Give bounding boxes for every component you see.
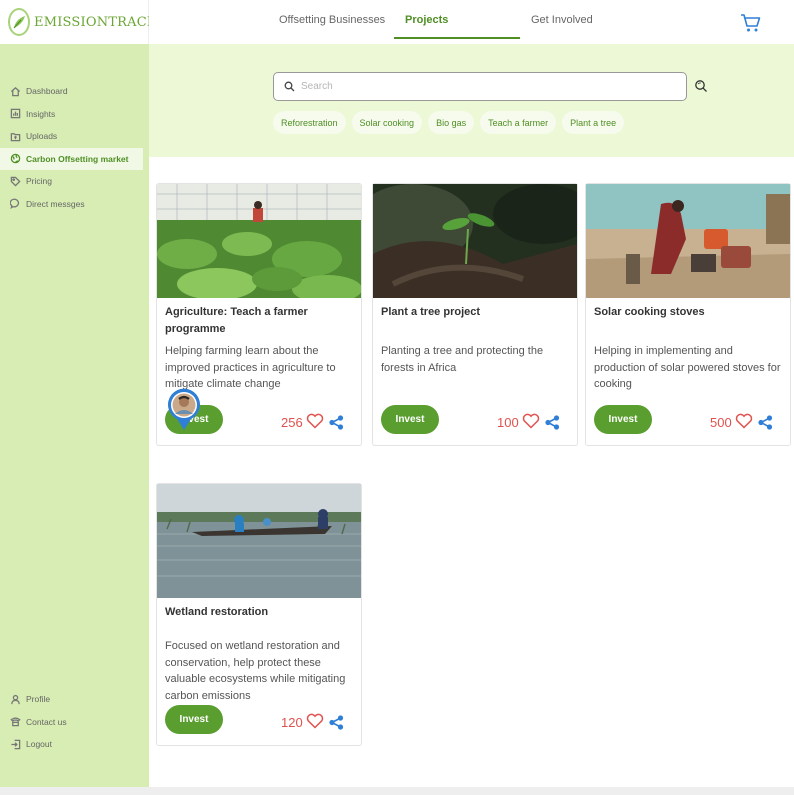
like-count: 256 — [281, 415, 303, 430]
user-avatar-pin[interactable] — [165, 387, 203, 431]
filter-chip-reforestration[interactable]: Reforestration — [273, 111, 346, 134]
search-input[interactable] — [301, 81, 661, 92]
user-icon — [9, 693, 21, 705]
sidebar-item-uploads[interactable]: Uploads — [0, 125, 149, 148]
sidebar-item-direct-messages[interactable]: Direct messges — [0, 193, 149, 216]
share-icon[interactable] — [328, 714, 345, 731]
filter-chip-teach-a-farmer[interactable]: Teach a farmer — [480, 111, 557, 134]
project-title: Wetland restoration — [165, 606, 269, 618]
upload-icon — [9, 130, 21, 142]
search-submit-icon[interactable] — [694, 79, 708, 93]
chart-icon — [9, 108, 21, 120]
project-image-seedling — [373, 184, 577, 298]
project-card[interactable]: Wetland restoration Focused on wetland r… — [156, 483, 362, 746]
filter-chip-plant-a-tree[interactable]: Plant a tree — [562, 111, 625, 134]
project-title: Plant a tree project — [381, 306, 481, 318]
invest-button[interactable]: Invest — [594, 405, 652, 434]
search-bar[interactable] — [273, 72, 687, 101]
project-description: Focused on wetland restoration and conse… — [165, 640, 346, 702]
message-icon — [9, 198, 21, 210]
leaf-logo-icon — [8, 8, 30, 36]
tab-offsetting-businesses[interactable]: Offsetting Businesses — [279, 14, 385, 26]
like-count: 120 — [281, 715, 303, 730]
sidebar-item-dashboard[interactable]: Dashboard — [0, 80, 149, 103]
heart-icon[interactable] — [306, 413, 324, 429]
phone-icon — [9, 716, 21, 728]
sidebar-item-carbon-offsetting-market[interactable]: Carbon Offsetting market — [0, 147, 143, 170]
sidebar-item-label: Contact us — [26, 716, 67, 727]
share-icon[interactable] — [328, 414, 345, 431]
sidebar-item-profile[interactable]: Profile — [0, 688, 149, 711]
sidebar-item-label: Pricing — [26, 176, 52, 187]
filter-chip-bio-gas[interactable]: Bio gas — [428, 111, 475, 134]
share-icon[interactable] — [757, 414, 774, 431]
invest-button[interactable]: Invest — [165, 705, 223, 734]
project-card[interactable]: Solar cooking stoves Helping in implemen… — [585, 183, 791, 446]
project-image-solar-cooking — [586, 184, 790, 298]
bottom-scrollbar-track — [0, 787, 794, 795]
heart-icon[interactable] — [306, 713, 324, 729]
project-card[interactable]: Plant a tree project Planting a tree and… — [372, 183, 578, 446]
sidebar-item-label: Direct messges — [26, 198, 85, 209]
like-count: 500 — [710, 415, 732, 430]
project-image-farm — [157, 184, 361, 298]
sidebar-bottom-nav: Profile Contact us Logout — [0, 688, 149, 756]
project-title: Solar cooking stoves — [594, 306, 705, 318]
sidebar-item-contact-us[interactable]: Contact us — [0, 711, 149, 734]
sidebar-item-label: Insights — [26, 108, 56, 119]
sidebar-item-label: Logout — [26, 739, 52, 750]
active-tab-indicator — [394, 37, 520, 39]
search-section: Reforestration Solar cooking Bio gas Tea… — [149, 44, 794, 157]
tab-projects[interactable]: Projects — [405, 14, 448, 26]
sidebar-item-label: Uploads — [26, 131, 58, 142]
sidebar-item-pricing[interactable]: Pricing — [0, 170, 149, 193]
brand-logo[interactable]: EMISSIONTRACK — [0, 0, 157, 44]
sidebar-nav: Dashboard Insights Uploads Carbon Offset… — [0, 80, 149, 215]
project-description: Helping farming learn about the improved… — [165, 345, 336, 390]
invest-button[interactable]: Invest — [381, 405, 439, 434]
cart-icon[interactable] — [740, 12, 762, 34]
home-icon — [9, 85, 21, 97]
search-icon — [284, 81, 295, 92]
sidebar-item-label: Dashboard — [26, 86, 68, 97]
sidebar-item-label: Profile — [26, 694, 51, 705]
sidebar: Dashboard Insights Uploads Carbon Offset… — [0, 44, 149, 787]
project-description: Planting a tree and protecting the fores… — [381, 345, 544, 374]
sidebar-item-label: Carbon Offsetting market — [26, 153, 129, 164]
filter-chip-solar-cooking[interactable]: Solar cooking — [351, 111, 423, 134]
sidebar-item-insights[interactable]: Insights — [0, 103, 149, 126]
heart-icon[interactable] — [735, 413, 753, 429]
tab-get-involved[interactable]: Get Involved — [531, 14, 593, 26]
tag-icon — [9, 175, 21, 187]
project-title: Agriculture: Teach a farmer programme — [165, 306, 308, 335]
sidebar-item-logout[interactable]: Logout — [0, 733, 149, 756]
top-navigation: Offsetting Businesses Projects Get Invol… — [149, 0, 794, 44]
heart-icon[interactable] — [522, 413, 540, 429]
brand-name: EMISSIONTRACK — [34, 14, 157, 30]
logout-icon — [9, 738, 21, 750]
globe-icon — [9, 153, 21, 165]
share-icon[interactable] — [544, 414, 561, 431]
project-image-wetland — [157, 484, 361, 598]
like-count: 100 — [497, 415, 519, 430]
filter-chips: Reforestration Solar cooking Bio gas Tea… — [273, 111, 630, 134]
project-description: Helping in implementing and production o… — [594, 345, 781, 390]
